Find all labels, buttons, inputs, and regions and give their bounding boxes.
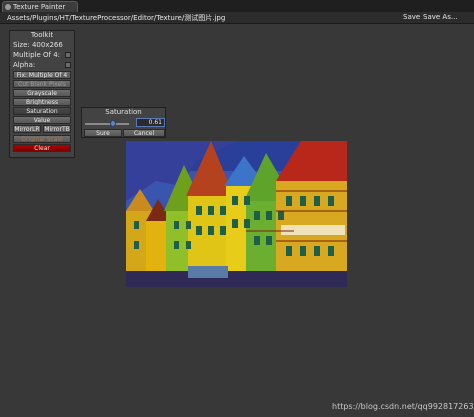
saturation-slider-thumb[interactable] [110, 120, 116, 127]
window-tab-strip: Texture Painter [0, 0, 474, 12]
saturation-slider-track[interactable] [85, 123, 129, 125]
brightness-button[interactable]: Brightness [13, 98, 71, 106]
alpha-checkbox[interactable] [65, 62, 71, 68]
texture-painter-tab[interactable]: Texture Painter [2, 1, 78, 12]
multiple-of-4-checkbox[interactable] [65, 52, 71, 58]
texture-image [126, 141, 347, 287]
cut-blank-pixels-button[interactable]: Cut Blank Pixels [13, 80, 71, 88]
toolkit-panel: Toolkit Size: 400x266 Multiple Of 4: Alp… [9, 30, 75, 158]
mirror-lr-button[interactable]: MirrorLR [13, 125, 41, 133]
mirror-tb-button[interactable]: MirrorTB [43, 125, 71, 133]
size-label: Size: 400x266 [13, 41, 63, 49]
saturation-button[interactable]: Saturation [13, 107, 71, 115]
sure-button[interactable]: Sure [84, 129, 122, 137]
saturation-popup: Saturation 0.61 Sure Cancel [81, 107, 166, 138]
asset-path: Assets/Plugins/HT/TextureProcessor/Edito… [7, 14, 226, 22]
saturation-title[interactable]: Saturation [82, 108, 165, 116]
saturation-value-field[interactable]: 0.61 [136, 118, 165, 127]
path-bar: Assets/Plugins/HT/TextureProcessor/Edito… [0, 12, 474, 24]
fix-multiple-of-4-button[interactable]: Fix: Multiple Of 4 [13, 71, 71, 79]
clear-button[interactable]: Clear [13, 144, 71, 152]
save-as-button[interactable]: Save As... [423, 13, 458, 21]
value-button[interactable]: Value [13, 116, 71, 124]
alpha-label: Alpha: [13, 61, 36, 69]
original-scale-button[interactable]: Original Scale [13, 135, 71, 143]
grayscale-button[interactable]: Grayscale [13, 89, 71, 97]
save-button[interactable]: Save [403, 13, 420, 21]
cancel-button[interactable]: Cancel [123, 129, 165, 137]
unity-icon [5, 4, 11, 10]
multiple-of-4-label: Multiple Of 4: [13, 51, 61, 59]
watermark: https://blog.csdn.net/qq992817263 [332, 402, 474, 411]
toolkit-title[interactable]: Toolkit [10, 31, 74, 40]
tab-label: Texture Painter [13, 3, 66, 11]
